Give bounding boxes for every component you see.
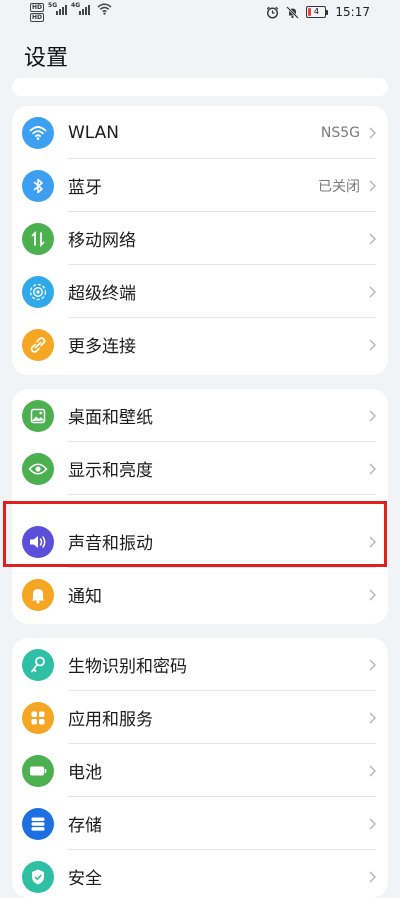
chevron-right-icon <box>369 463 376 474</box>
bell-icon <box>22 578 54 611</box>
hd-icon: HD HD <box>30 3 45 22</box>
settings-item-label: 显示和亮度 <box>68 461 153 481</box>
battery-icon <box>22 754 54 787</box>
status-bar-right: 4 15:17 <box>266 5 370 19</box>
apps-icon <box>22 701 54 734</box>
settings-item-label: 蓝牙 <box>68 178 102 198</box>
display-settings-group: 桌面和壁纸 显示和亮度 声音和振动 通知 <box>12 389 388 624</box>
chevron-right-icon <box>369 536 376 547</box>
account-card[interactable] <box>12 78 388 96</box>
settings-item-more-connections[interactable]: 更多连接 <box>12 318 388 371</box>
settings-item-label: 超级终端 <box>68 284 136 304</box>
settings-item-label: 声音和振动 <box>68 534 153 554</box>
settings-item-sound-vibration[interactable]: 声音和振动 <box>12 515 388 568</box>
eye-icon <box>22 452 54 485</box>
settings-item-mobile-network[interactable]: 移动网络 <box>12 212 388 265</box>
settings-item-label: 生物识别和密码 <box>68 657 187 677</box>
chevron-right-icon <box>369 765 376 776</box>
chevron-right-icon <box>369 339 376 350</box>
battery-level: 4 <box>306 6 327 18</box>
settings-item-notifications[interactable]: 通知 <box>12 568 388 621</box>
volume-icon <box>22 525 54 558</box>
settings-item-label: 通知 <box>68 587 102 607</box>
settings-item-label: 应用和服务 <box>68 710 153 730</box>
settings-item-label: 电池 <box>68 763 102 783</box>
settings-item-storage[interactable]: 存储 <box>12 797 388 850</box>
alarm-icon <box>267 6 279 19</box>
storage-icon <box>22 807 54 840</box>
divider <box>68 494 376 495</box>
chevron-right-icon <box>369 712 376 723</box>
hd-label: HD <box>30 3 45 12</box>
chevron-right-icon <box>369 410 376 421</box>
link-icon <box>22 328 54 361</box>
settings-item-bluetooth[interactable]: 蓝牙 已关闭 <box>12 159 388 212</box>
settings-item-label: WLAN <box>68 122 120 143</box>
chevron-right-icon <box>369 180 376 191</box>
wallpaper-icon <box>22 399 54 432</box>
settings-item-security[interactable]: 安全 <box>12 850 388 898</box>
wifi-icon <box>22 116 54 149</box>
settings-item-wallpaper[interactable]: 桌面和壁纸 <box>12 389 388 442</box>
wifi-icon <box>97 3 112 15</box>
settings-item-apps[interactable]: 应用和服务 <box>12 691 388 744</box>
settings-item-biometrics[interactable]: 生物识别和密码 <box>12 638 388 691</box>
settings-item-label: 桌面和壁纸 <box>68 408 153 428</box>
key-icon <box>22 648 54 681</box>
mobile-data-icon <box>22 222 54 255</box>
settings-item-battery[interactable]: 电池 <box>12 744 388 797</box>
chevron-right-icon <box>369 818 376 829</box>
chevron-right-icon <box>369 659 376 670</box>
signal-icon: 5G <box>48 2 68 15</box>
status-bar-left: HD HD 5G 4G <box>30 2 112 22</box>
settings-item-value: NS5G <box>320 124 360 141</box>
signal-icon: 4G <box>71 2 91 15</box>
settings-item-label: 存储 <box>68 816 102 836</box>
clock: 15:17 <box>335 5 370 19</box>
network-settings-group: WLAN NS5G 蓝牙 已关闭 移动网络 超级终端 更多连接 <box>12 106 388 375</box>
chevron-right-icon <box>369 871 376 882</box>
battery-icon: 4 <box>306 6 329 18</box>
chevron-right-icon <box>369 127 376 138</box>
hd-label: HD <box>30 13 45 22</box>
status-bar: HD HD 5G 4G 4 15:17 <box>0 0 400 30</box>
settings-item-value: 已关闭 <box>318 178 360 195</box>
bluetooth-icon <box>22 169 54 202</box>
settings-item-label: 移动网络 <box>68 231 136 251</box>
settings-item-label: 更多连接 <box>68 337 136 357</box>
settings-item-wlan[interactable]: WLAN NS5G <box>12 106 388 159</box>
system-settings-group: 生物识别和密码 应用和服务 电池 存储 安全 <box>12 638 388 898</box>
page-title: 设置 <box>24 46 69 71</box>
super-device-icon <box>22 275 54 308</box>
mute-icon <box>286 5 300 19</box>
settings-item-display-brightness[interactable]: 显示和亮度 <box>12 442 388 495</box>
chevron-right-icon <box>369 286 376 297</box>
chevron-right-icon <box>369 233 376 244</box>
settings-item-super-device[interactable]: 超级终端 <box>12 265 388 318</box>
network-gen-label: 5G <box>48 2 58 9</box>
settings-item-label: 安全 <box>68 869 102 889</box>
chevron-right-icon <box>369 589 376 600</box>
network-gen-label: 4G <box>71 2 81 9</box>
